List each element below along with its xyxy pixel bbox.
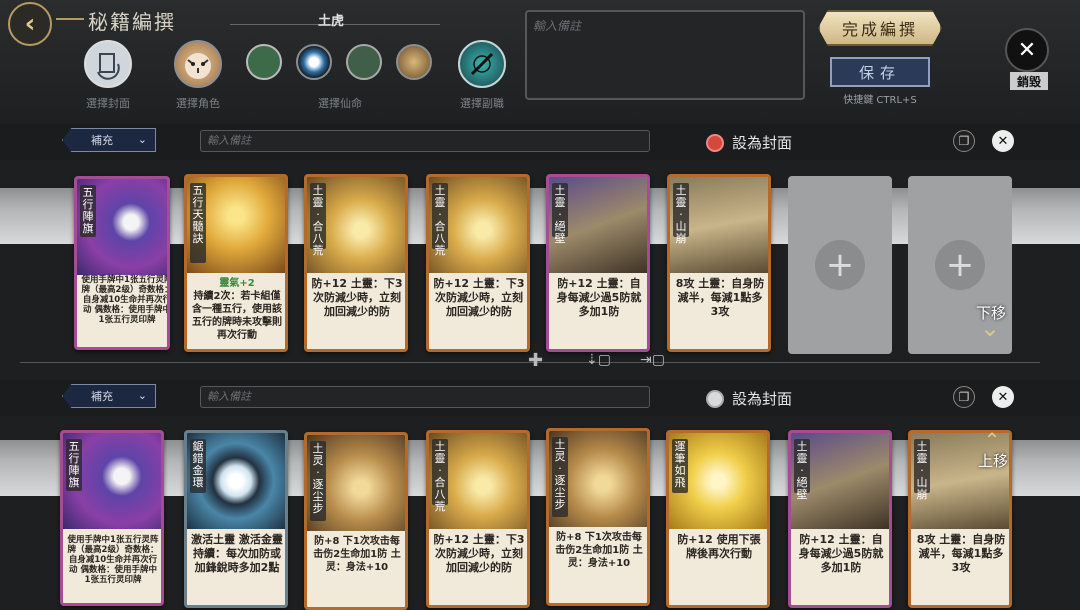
card-desc: 防+12 土靈：下3次防減少時，立刻加回減少的防: [311, 277, 403, 318]
card-desc: 防+8 下1次攻击每击伤2生命加1防 土灵：身法+10: [555, 532, 643, 569]
card-desc: 防+12 土靈：自身每減少過5防就多加1防: [798, 533, 884, 574]
card[interactable]: 土靈·合八荒 防+12 土靈：下3次防減少時，立刻加回減少的防: [426, 430, 530, 608]
card-desc: 防+12 使用下張牌後再次行動: [677, 533, 761, 560]
select-character-button[interactable]: [174, 40, 222, 88]
fate-slot-4[interactable]: [396, 44, 432, 80]
row-1-cover-radio[interactable]: [706, 133, 724, 152]
card-desc: 防+12 土靈：下3次防減少時，立刻加回減少的防: [433, 277, 525, 318]
row-2-cover-radio[interactable]: [706, 389, 724, 408]
card-desc: 防+12 土靈：自身每減少過5防就多加1防: [556, 277, 642, 318]
insert-icon[interactable]: ⇣▢: [586, 352, 611, 368]
row-2-note-input[interactable]: 輸入備註: [200, 386, 650, 408]
card-desc: 8攻 土靈：自身防減半，每減1點多3攻: [916, 533, 1006, 574]
tiger-portrait-icon: [185, 53, 211, 79]
deck-note-input[interactable]: 輸入備註: [525, 10, 805, 100]
card[interactable]: 土灵·逐尘步 防+8 下1次攻击每击伤2生命加1防 土灵：身法+10: [546, 428, 650, 606]
card[interactable]: 土灵·逐尘步 防+8 下1次攻击每击伤2生命加1防 土灵：身法+10: [304, 432, 408, 610]
card-desc: 8攻 土靈：自身防減半，每減1點多3攻: [675, 277, 765, 318]
card-name: 土靈·合八荒: [432, 439, 448, 513]
card-name: 土靈·合八荒: [432, 183, 448, 257]
fate-slot-3[interactable]: [346, 44, 382, 80]
card[interactable]: 運筆如飛 防+12 使用下張牌後再次行動: [666, 430, 770, 608]
finish-compile-button[interactable]: 完成編撰: [818, 10, 942, 46]
merge-icon[interactable]: ⇥▢: [640, 352, 665, 368]
row-1-note-input[interactable]: 輸入備註: [200, 130, 650, 152]
chevron-down-icon: ⌄: [137, 133, 147, 146]
deck-note-placeholder: 輸入備註: [533, 19, 582, 33]
plus-icon: +: [815, 240, 865, 290]
row-2-set-cover-toggle[interactable]: 設為封面: [706, 388, 792, 409]
card-name: 土靈·合八荒: [310, 183, 326, 257]
select-character-label: 選擇角色: [176, 97, 220, 110]
page-title: 秘籍編撰: [88, 10, 176, 34]
card-name: 土灵·逐尘步: [310, 441, 326, 521]
card-name: 土靈·絕壁: [794, 439, 810, 501]
copy-icon[interactable]: ❐: [953, 130, 975, 152]
back-arrow-icon[interactable]: ‹: [8, 2, 52, 46]
empty-card-slot[interactable]: +: [788, 176, 892, 354]
fate-name: 土虎: [318, 14, 345, 29]
card[interactable]: 土靈·絕壁 防+12 土靈：自身每減少過5防就多加1防: [788, 430, 892, 608]
row-2-cover-label: 設為封面: [732, 390, 793, 408]
card-name: 土靈·山崩: [914, 439, 930, 501]
row-1-cover-label: 設為封面: [732, 134, 793, 152]
chevron-down-icon: ⌄: [137, 389, 147, 402]
card-name: 鋸錯金環: [190, 439, 206, 493]
card[interactable]: 土靈·絕壁 防+12 土靈：自身每減少過5防就多加1防: [546, 174, 650, 352]
move-up-button[interactable]: 上移: [978, 450, 1008, 471]
copy-icon[interactable]: ❐: [953, 386, 975, 408]
save-button[interactable]: 保存: [830, 57, 930, 87]
card-name: 五行天髓訣: [190, 183, 206, 263]
plus-icon: +: [935, 240, 985, 290]
card-desc: 防+12 土靈：下3次防減少時，立刻加回減少的防: [433, 533, 525, 574]
card-desc: 激活土靈 激活金靈 持續：每次加防或加鋒銳時多加2點: [191, 533, 283, 574]
save-shortcut-hint: 快捷鍵 CTRL+S: [843, 95, 917, 106]
card-desc: 使用手牌中1张五行灵阵牌（最高2级）奇数格：自身减10生命并再次行动 偶数格：使…: [67, 535, 159, 585]
fate-slot-2[interactable]: [296, 44, 332, 80]
card[interactable]: 土靈·山崩 8攻 土靈：自身防減半，每減1點多3攻: [667, 174, 771, 352]
row-1-type-dropdown[interactable]: 補充 ⌄: [62, 128, 156, 152]
card-desc: 靈氣+2 持續2次：若卡組僅含一種五行，使用該五行的牌時未攻擊則再次行動: [191, 277, 283, 342]
select-cover-button[interactable]: [84, 40, 132, 88]
card-name: 土灵·逐尘步: [552, 437, 568, 517]
fate-slot-1[interactable]: [246, 44, 282, 80]
card-desc: 防+8 下1次攻击每击伤2生命加1防 土灵：身法+10: [313, 536, 401, 573]
close-icon[interactable]: ✕: [992, 386, 1014, 408]
card-name: 五行陣旗: [66, 439, 82, 491]
cover-swap-icon: [97, 53, 120, 80]
move-up-arrow-icon[interactable]: ⌃: [972, 428, 1012, 452]
card[interactable]: 土靈·合八荒 防+12 土靈：下3次防減少時，立刻加回減少的防: [426, 174, 530, 352]
card-desc-body: 持續2次：若卡組僅含一種五行，使用該五行的牌時未攻擊則再次行動: [192, 291, 282, 341]
row-1-set-cover-toggle[interactable]: 設為封面: [706, 132, 792, 153]
row-2-type-value: 補充: [91, 390, 113, 403]
destroy-button[interactable]: 銷毀: [1010, 72, 1048, 90]
card-desc: 使用手牌中1张五行灵阵牌（最高2级）奇数格：自身减10生命并再次行动 偶数格：使…: [81, 275, 170, 325]
destroy-icon[interactable]: ✕: [1005, 28, 1049, 72]
card[interactable]: 五行天髓訣 靈氣+2 持續2次：若卡組僅含一種五行，使用該五行的牌時未攻擊則再次行…: [184, 174, 288, 352]
card-name: 土靈·山崩: [673, 183, 689, 245]
card[interactable]: 五行陣旗 使用手牌中1张五行灵阵牌（最高2级）奇数格：自身减10生命并再次行动 …: [74, 176, 170, 350]
card-desc-qi: 靈氣+2: [219, 278, 255, 289]
title-ornament: [56, 18, 84, 20]
card-name: 土靈·絕壁: [552, 183, 568, 245]
card[interactable]: 五行陣旗 使用手牌中1张五行灵阵牌（最高2级）奇数格：自身减10生命并再次行动 …: [60, 430, 164, 606]
add-row-icon[interactable]: ✚: [528, 350, 543, 371]
row-1-type-value: 補充: [91, 134, 113, 147]
row-2-type-dropdown[interactable]: 補充 ⌄: [62, 384, 156, 408]
card-name: 五行陣旗: [80, 185, 96, 237]
select-cover-label: 選擇封面: [86, 97, 130, 110]
card-name: 運筆如飛: [672, 439, 688, 493]
select-subclass-button[interactable]: [458, 40, 506, 88]
select-subclass-label: 選擇副職: [460, 97, 504, 110]
card[interactable]: 鋸錯金環 激活土靈 激活金靈 持續：每次加防或加鋒銳時多加2點: [184, 430, 288, 608]
subclass-sword-icon: [470, 52, 494, 76]
close-icon[interactable]: ✕: [992, 130, 1014, 152]
select-fate-label: 選擇仙命: [318, 97, 362, 110]
card[interactable]: 土靈·合八荒 防+12 土靈：下3次防減少時，立刻加回減少的防: [304, 174, 408, 352]
move-down-arrow-icon[interactable]: ⌄: [970, 316, 1010, 340]
